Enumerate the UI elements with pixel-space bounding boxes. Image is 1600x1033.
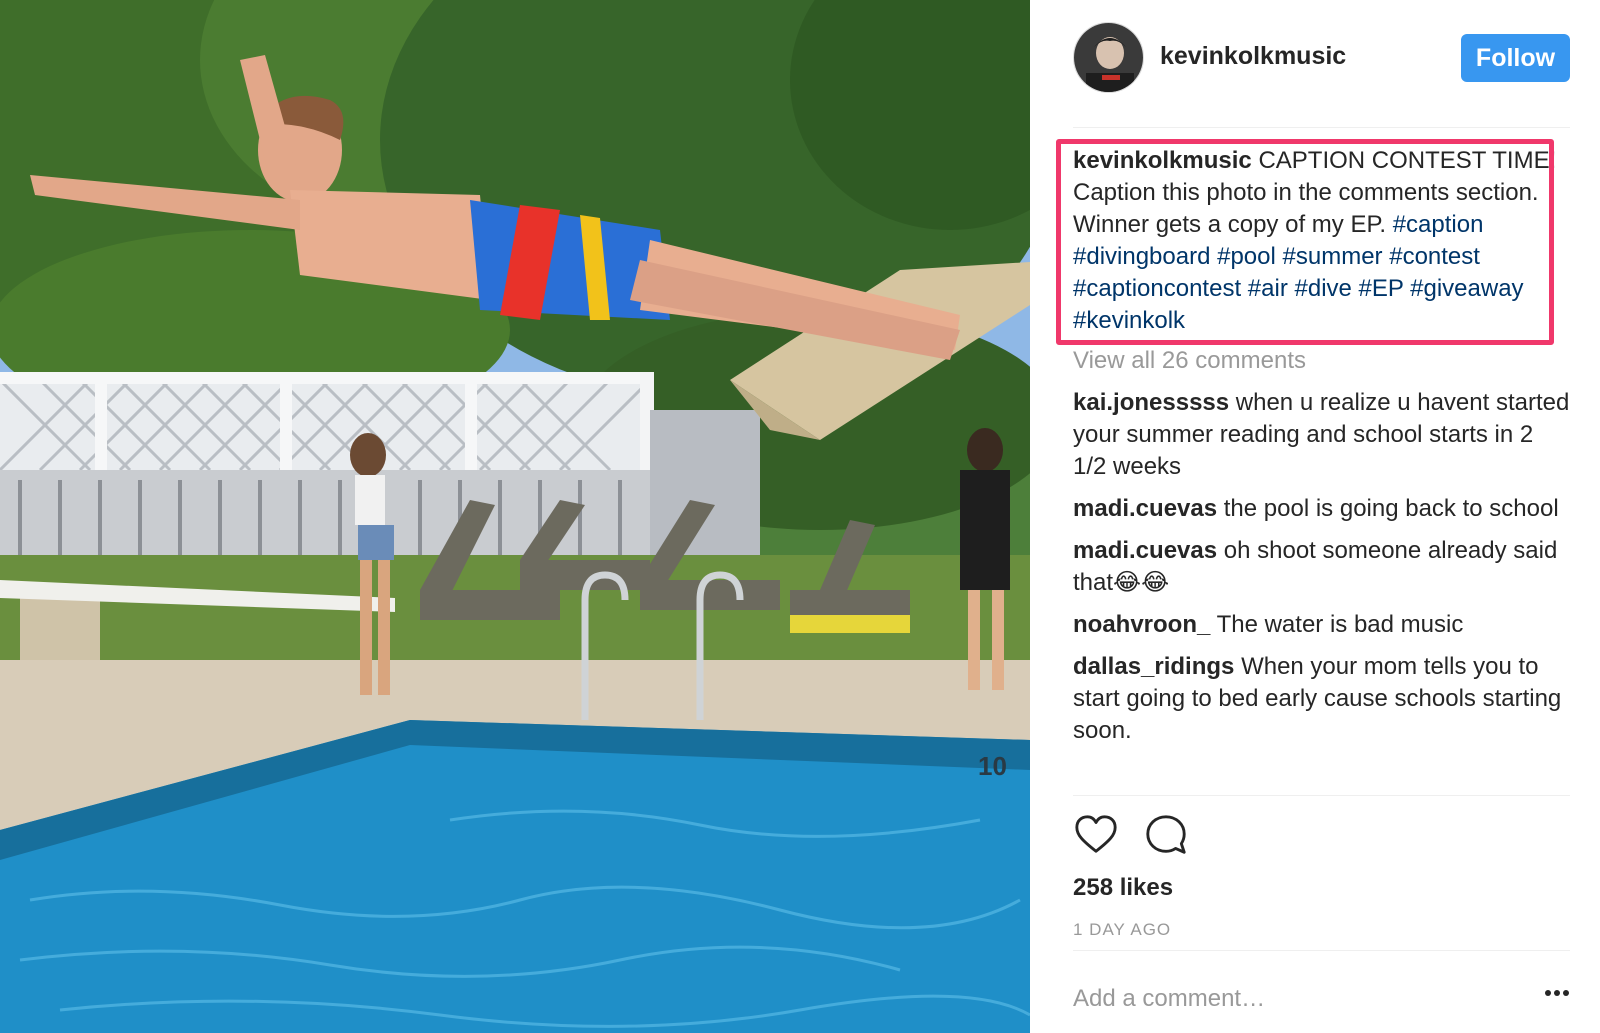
- comment-item: noahvroon_ The water is bad music: [1073, 609, 1573, 641]
- comment-username[interactable]: kai.jonesssss: [1073, 389, 1229, 416]
- actions-divider: [1073, 795, 1570, 796]
- post-timestamp[interactable]: 1 DAY AGO: [1073, 920, 1171, 940]
- comment-username[interactable]: dallas_ridings: [1073, 653, 1234, 680]
- post-photo[interactable]: 10: [0, 0, 1030, 1033]
- avatar-image: [1074, 23, 1143, 92]
- likes-count[interactable]: 258 likes: [1073, 874, 1173, 902]
- comment-item: dallas_ridings When your mom tells you t…: [1073, 651, 1573, 747]
- hashtag-link[interactable]: #air: [1248, 275, 1288, 302]
- more-options-icon[interactable]: [1542, 978, 1572, 1008]
- comment-input-divider: [1073, 950, 1570, 951]
- speech-bubble-icon[interactable]: [1143, 812, 1189, 858]
- pool-depth-marker: 10: [978, 751, 1007, 781]
- hashtag-link[interactable]: #EP: [1359, 275, 1404, 302]
- hashtag-link[interactable]: #giveaway: [1410, 275, 1523, 302]
- hashtag-link[interactable]: #caption: [1393, 211, 1484, 238]
- author-avatar[interactable]: [1073, 22, 1144, 93]
- pool-dive-illustration: 10: [0, 0, 1030, 1033]
- comment-username[interactable]: noahvroon_: [1073, 611, 1210, 638]
- comments-section: kevinkolkmusic CAPTION CONTEST TIME! Cap…: [1056, 139, 1573, 757]
- add-comment-input[interactable]: [1073, 985, 1523, 1013]
- comment-username[interactable]: madi.cuevas: [1073, 537, 1217, 564]
- hashtag-link[interactable]: #dive: [1295, 275, 1352, 302]
- comment-username[interactable]: madi.cuevas: [1073, 495, 1217, 522]
- hashtag-link[interactable]: #kevinkolk: [1073, 307, 1185, 334]
- author-username[interactable]: kevinkolkmusic: [1160, 42, 1346, 71]
- hashtag-link[interactable]: #divingboard: [1073, 243, 1210, 270]
- comment-item: madi.cuevas the pool is going back to sc…: [1073, 493, 1573, 525]
- follow-button[interactable]: Follow: [1461, 34, 1570, 82]
- view-all-comments-link[interactable]: View all 26 comments: [1073, 345, 1573, 377]
- post-caption: kevinkolkmusic CAPTION CONTEST TIME! Cap…: [1073, 145, 1573, 337]
- caption-username[interactable]: kevinkolkmusic: [1073, 147, 1252, 174]
- hashtag-link[interactable]: #captioncontest: [1073, 275, 1241, 302]
- comment-item: madi.cuevas oh shoot someone already sai…: [1073, 535, 1573, 599]
- comment-item: kai.jonesssss when u realize u havent st…: [1073, 387, 1573, 483]
- post-header: kevinkolkmusic Follow: [1073, 22, 1570, 128]
- post-side-panel: kevinkolkmusic Follow kevinkolkmusic CAP…: [1030, 0, 1600, 1033]
- comment-text: The water is bad music: [1216, 611, 1464, 638]
- hashtag-link[interactable]: #summer: [1283, 243, 1383, 270]
- hashtag-link[interactable]: #pool: [1217, 243, 1276, 270]
- hashtag-link[interactable]: #contest: [1389, 243, 1480, 270]
- comment-text: the pool is going back to school: [1223, 495, 1559, 522]
- heart-icon[interactable]: [1073, 812, 1119, 858]
